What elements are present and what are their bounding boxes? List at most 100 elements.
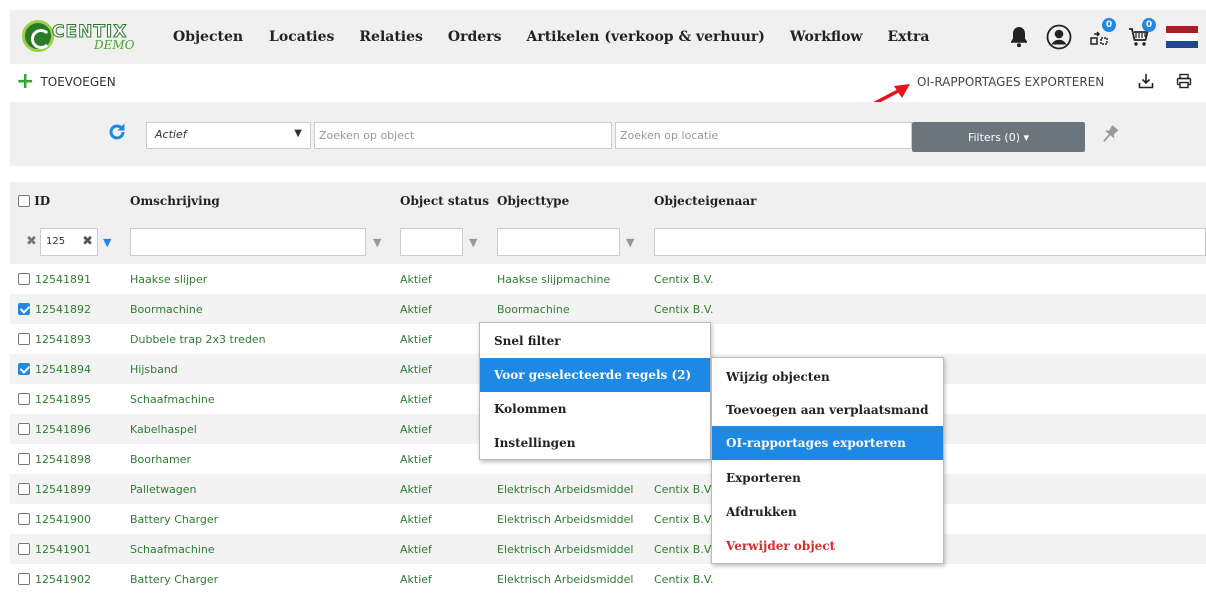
- clear-filters-icon[interactable]: ✖: [26, 234, 37, 249]
- row-id-text: 12541898: [35, 453, 91, 466]
- col-object-type[interactable]: Objecttype: [497, 194, 569, 208]
- refresh-icon[interactable]: [107, 122, 127, 148]
- main-menu: Objecten Locaties Relaties Orders Artike…: [173, 10, 954, 64]
- menu-columns[interactable]: Kolommen: [480, 392, 710, 426]
- row-owner: Centix B.V.: [654, 513, 714, 526]
- cart-icon[interactable]: 0: [1126, 18, 1156, 50]
- row-id-text: 12541902: [35, 573, 91, 586]
- dutch-flag-icon[interactable]: [1166, 26, 1198, 48]
- id-filter-funnel-icon[interactable]: ▼: [103, 236, 111, 249]
- print-icon[interactable]: [1176, 73, 1192, 93]
- row-description: Kabelhaspel: [130, 423, 197, 436]
- description-filter-input[interactable]: [130, 228, 366, 256]
- download-icon[interactable]: [1138, 73, 1154, 93]
- bell-icon[interactable]: [1006, 24, 1032, 50]
- row-id: 12541892: [18, 303, 91, 316]
- submenu-add-to-move-basket[interactable]: Toevoegen aan verplaatsmand: [712, 393, 943, 427]
- owner-filter-input[interactable]: [654, 228, 1206, 256]
- col-object-status[interactable]: Object status: [400, 194, 489, 208]
- flag-stripe-red: [1166, 26, 1198, 34]
- row-id: 12541895: [18, 393, 91, 406]
- status-select[interactable]: Actief ▼: [146, 122, 311, 149]
- row-status: Aktief: [400, 573, 432, 586]
- row-id-text: 12541901: [35, 543, 91, 556]
- menu-quick-filter[interactable]: Snel filter: [480, 324, 710, 358]
- row-owner: Centix B.V.: [654, 543, 714, 556]
- row-id: 12541899: [18, 483, 91, 496]
- table-header: ID Omschrijving Object status Objecttype…: [10, 182, 1206, 218]
- select-all-checkbox-header[interactable]: ID: [18, 194, 50, 208]
- row-type: Elektrisch Arbeidsmiddel: [497, 543, 634, 556]
- nav-locaties[interactable]: Locaties: [269, 29, 334, 45]
- row-checkbox[interactable]: [18, 363, 30, 375]
- table-row[interactable]: 12541901 Schaafmachine Aktief Elektrisch Ar…: [10, 534, 1206, 564]
- row-checkbox[interactable]: [18, 483, 30, 495]
- row-checkbox[interactable]: [18, 543, 30, 555]
- row-id: 12541900: [18, 513, 91, 526]
- user-icon[interactable]: [1046, 24, 1072, 50]
- move-basket-icon[interactable]: 0: [1086, 18, 1116, 50]
- row-checkbox[interactable]: [18, 393, 30, 405]
- row-id: 12541894: [18, 363, 91, 376]
- chevron-down-icon: ▼: [294, 128, 302, 139]
- menu-for-selected-rows[interactable]: Voor geselecteerde regels (2): [480, 358, 710, 392]
- type-filter-funnel-icon[interactable]: ▼: [626, 236, 634, 249]
- row-type: Haakse slijpmachine: [497, 273, 611, 286]
- search-object-input[interactable]: Zoeken op object: [314, 122, 612, 149]
- row-owner: Centix B.V.: [654, 303, 714, 316]
- row-id: 12541898: [18, 453, 91, 466]
- select-all-checkbox[interactable]: [18, 195, 30, 207]
- add-button[interactable]: + TOEVOEGEN: [16, 71, 116, 93]
- filter-bar: Actief ▼ Zoeken op object Zoeken op loca…: [10, 102, 1206, 166]
- search-location-input[interactable]: Zoeken op locatie: [615, 122, 912, 149]
- id-filter-value: 125: [46, 236, 66, 247]
- row-status: Aktief: [400, 333, 432, 346]
- status-filter-input[interactable]: [400, 228, 463, 256]
- table-row[interactable]: 12541899 Palletwagen Aktief Elektrisch Arbe…: [10, 474, 1206, 504]
- table-row[interactable]: 12541900 Battery Charger Aktief Elektrisch …: [10, 504, 1206, 534]
- centix-logo[interactable]: CENTIX DEMO: [22, 18, 142, 56]
- row-id: 12541901: [18, 543, 91, 556]
- pin-icon[interactable]: [1094, 122, 1122, 151]
- row-type: Elektrisch Arbeidsmiddel: [497, 513, 634, 526]
- row-description: Boorhamer: [130, 453, 192, 466]
- table-row[interactable]: 12541902 Battery Charger Aktief Elektrisch …: [10, 564, 1206, 593]
- id-filter-input[interactable]: 125 ✖: [40, 228, 98, 256]
- row-id: 12541902: [18, 573, 91, 586]
- row-checkbox[interactable]: [18, 453, 30, 465]
- menu-settings[interactable]: Instellingen: [480, 426, 710, 460]
- filters-button[interactable]: Filters (0) ▾: [912, 122, 1085, 152]
- filter-row: ✖ 125 ✖ ▼ ▼ ▼ ▼: [10, 218, 1206, 264]
- row-checkbox[interactable]: [18, 303, 30, 315]
- col-object-owner[interactable]: Objecteigenaar: [654, 194, 757, 208]
- clear-id-filter-icon[interactable]: ✖: [82, 234, 93, 249]
- nav-objecten[interactable]: Objecten: [173, 29, 243, 45]
- submenu-edit-objects[interactable]: Wijzig objecten: [712, 360, 943, 394]
- nav-artikelen[interactable]: Artikelen (verkoop & verhuur): [526, 29, 764, 45]
- row-checkbox[interactable]: [18, 513, 30, 525]
- row-id: 12541893: [18, 333, 91, 346]
- submenu-export[interactable]: Exporteren: [712, 461, 943, 495]
- export-oi-reports-link[interactable]: OI-RAPPORTAGES EXPORTEREN: [917, 75, 1104, 89]
- nav-extra[interactable]: Extra: [888, 29, 930, 45]
- col-description[interactable]: Omschrijving: [130, 194, 220, 208]
- table-row[interactable]: 12541892 Boormachine Aktief Boormachine Cent…: [10, 294, 1206, 324]
- nav-workflow[interactable]: Workflow: [790, 29, 863, 45]
- row-checkbox[interactable]: [18, 423, 30, 435]
- row-status: Aktief: [400, 423, 432, 436]
- row-type: Boormachine: [497, 303, 570, 316]
- nav-orders[interactable]: Orders: [448, 29, 502, 45]
- submenu-delete-object[interactable]: Verwijder object: [712, 529, 943, 563]
- row-id-text: 12541899: [35, 483, 91, 496]
- row-checkbox[interactable]: [18, 273, 30, 285]
- row-checkbox[interactable]: [18, 573, 30, 585]
- row-status: Aktief: [400, 363, 432, 376]
- row-checkbox[interactable]: [18, 333, 30, 345]
- nav-relaties[interactable]: Relaties: [359, 29, 423, 45]
- table-row[interactable]: 12541891 Haakse slijper Aktief Haakse slijp…: [10, 264, 1206, 294]
- description-filter-funnel-icon[interactable]: ▼: [373, 236, 381, 249]
- submenu-export-oi-reports[interactable]: OI-rapportages exporteren: [712, 426, 943, 460]
- submenu-print[interactable]: Afdrukken: [712, 495, 943, 529]
- type-filter-input[interactable]: [497, 228, 620, 256]
- status-filter-funnel-icon[interactable]: ▼: [469, 236, 477, 249]
